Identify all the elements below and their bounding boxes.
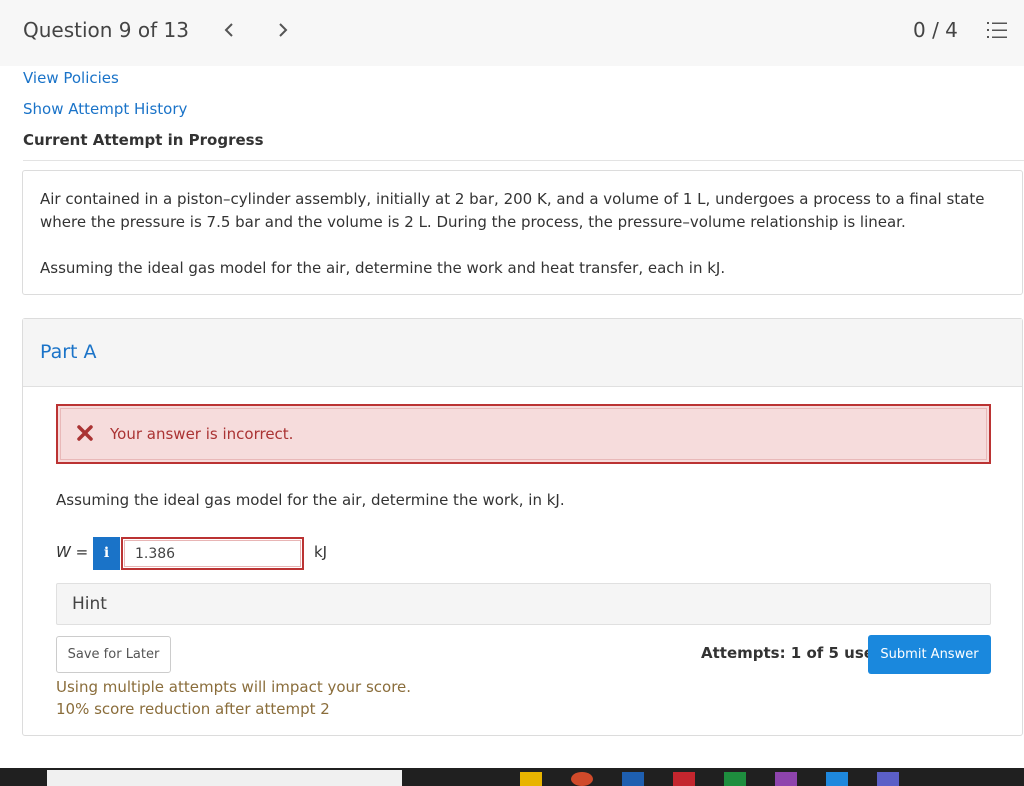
question-title: Question 9 of 13 [23, 18, 189, 42]
submit-answer-button[interactable]: Submit Answer [868, 635, 991, 674]
spreadsheet-icon[interactable] [724, 772, 746, 786]
view-policies-link[interactable]: View Policies [23, 69, 119, 87]
incorrect-feedback: Your answer is incorrect. [56, 404, 991, 464]
score-reduction-note: 10% score reduction after attempt 2 [56, 700, 330, 718]
unit-label: kJ [314, 543, 328, 561]
current-attempt-status: Current Attempt in Progress [23, 131, 264, 149]
info-button[interactable]: i [93, 537, 120, 570]
part-header: Part A [23, 319, 1022, 387]
problem-statement: Air contained in a piston–cylinder assem… [22, 170, 1023, 295]
part-title: Part A [40, 341, 97, 363]
hint-toggle[interactable]: Hint [56, 583, 991, 625]
attempts-count: Attempts: 1 of 5 used [701, 644, 885, 662]
chevron-left-icon[interactable] [221, 20, 237, 40]
chevron-right-icon[interactable] [275, 20, 291, 40]
answer-input[interactable] [121, 537, 304, 570]
show-attempt-history-link[interactable]: Show Attempt History [23, 100, 187, 118]
top-bar: Question 9 of 13 0 / 4 [0, 0, 1024, 66]
variable-label: W = [56, 543, 89, 561]
divider [23, 160, 1024, 161]
os-taskbar [0, 768, 1024, 786]
x-mark-icon [77, 425, 93, 441]
teams-icon[interactable] [877, 772, 899, 786]
document-icon[interactable] [826, 772, 848, 786]
taskbar-search[interactable] [47, 770, 402, 786]
app-icon[interactable] [673, 772, 695, 786]
part-a-panel: Part A Your answer is incorrect. Assumin… [22, 318, 1023, 736]
numbered-list-icon[interactable] [986, 20, 1008, 40]
mail-icon[interactable] [622, 772, 644, 786]
save-for-later-button[interactable]: Save for Later [56, 636, 171, 673]
hint-label: Hint [72, 594, 107, 614]
attempt-warning: Using multiple attempts will impact your… [56, 678, 412, 696]
feedback-text: Your answer is incorrect. [110, 425, 294, 443]
score-display: 0 / 4 [913, 18, 958, 42]
problem-paragraph-1: Air contained in a piston–cylinder assem… [40, 190, 985, 231]
folder-icon[interactable] [520, 772, 542, 786]
problem-paragraph-2: Assuming the ideal gas model for the air… [40, 259, 726, 277]
part-question: Assuming the ideal gas model for the air… [56, 491, 565, 509]
browser-icon[interactable] [571, 772, 593, 786]
notes-icon[interactable] [775, 772, 797, 786]
